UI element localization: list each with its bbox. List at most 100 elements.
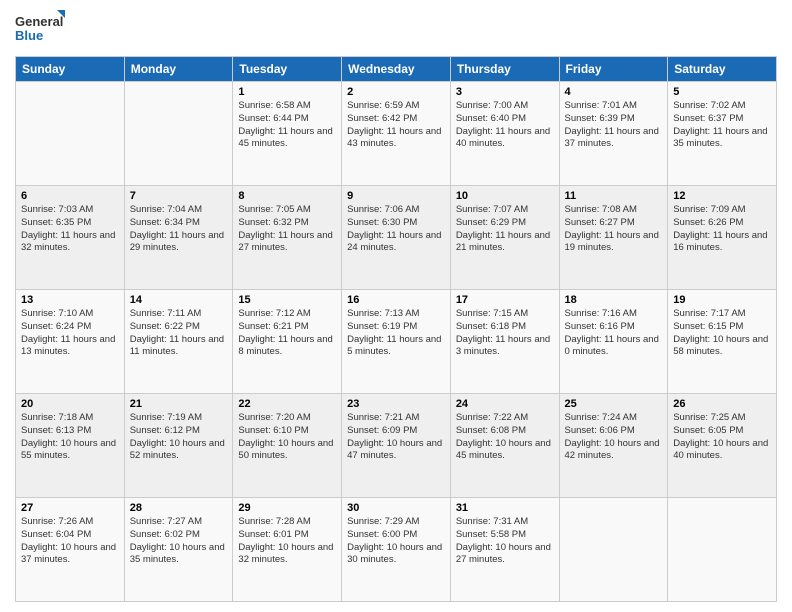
- calendar-day-cell: 5 Sunrise: 7:02 AM Sunset: 6:37 PM Daylig…: [668, 82, 777, 186]
- calendar-day-cell: 20 Sunrise: 7:18 AM Sunset: 6:13 PM Dayli…: [16, 394, 125, 498]
- calendar-day-cell: [668, 498, 777, 602]
- calendar-day-cell: 30 Sunrise: 7:29 AM Sunset: 6:00 PM Dayli…: [342, 498, 451, 602]
- page: General Blue SundayMondayTuesdayWednesda…: [0, 0, 792, 612]
- svg-text:General: General: [15, 14, 63, 29]
- day-info: Sunrise: 6:58 AM Sunset: 6:44 PM Dayligh…: [238, 100, 336, 151]
- calendar-day-cell: 16 Sunrise: 7:13 AM Sunset: 6:19 PM Dayli…: [342, 290, 451, 394]
- day-number: 24: [456, 398, 554, 410]
- day-info: Sunrise: 7:07 AM Sunset: 6:29 PM Dayligh…: [456, 204, 554, 255]
- header: General Blue: [15, 10, 777, 48]
- calendar-header-row: SundayMondayTuesdayWednesdayThursdayFrid…: [16, 57, 777, 82]
- logo: General Blue: [15, 10, 65, 48]
- calendar-day-cell: 26Sunrise: 7:25 AM Sunset: 6:05 PM Dayli…: [668, 394, 777, 498]
- day-info: Sunrise: 7:13 AM Sunset: 6:19 PM Dayligh…: [347, 308, 445, 359]
- day-number: 5: [673, 86, 771, 98]
- day-number: 26: [673, 398, 771, 410]
- day-info: Sunrise: 7:11 AM Sunset: 6:22 PM Dayligh…: [130, 308, 228, 359]
- day-number: 2: [347, 86, 445, 98]
- day-info: Sunrise: 7:08 AM Sunset: 6:27 PM Dayligh…: [565, 204, 663, 255]
- day-info: Sunrise: 7:21 AM Sunset: 6:09 PM Dayligh…: [347, 412, 445, 463]
- day-number: 22: [238, 398, 336, 410]
- day-number: 29: [238, 502, 336, 514]
- day-info: Sunrise: 7:01 AM Sunset: 6:39 PM Dayligh…: [565, 100, 663, 151]
- calendar-day-cell: 18 Sunrise: 7:16 AM Sunset: 6:16 PM Dayli…: [559, 290, 668, 394]
- day-number: 8: [238, 190, 336, 202]
- calendar-day-cell: 22Sunrise: 7:20 AM Sunset: 6:10 PM Dayli…: [233, 394, 342, 498]
- day-info: Sunrise: 7:09 AM Sunset: 6:26 PM Dayligh…: [673, 204, 771, 255]
- calendar-day-cell: 19 Sunrise: 7:17 AM Sunset: 6:15 PM Dayli…: [668, 290, 777, 394]
- day-info: Sunrise: 7:22 AM Sunset: 6:08 PM Dayligh…: [456, 412, 554, 463]
- day-number: 20: [21, 398, 119, 410]
- calendar-day-cell: 28 Sunrise: 7:27 AM Sunset: 6:02 PM Dayli…: [124, 498, 233, 602]
- day-number: 4: [565, 86, 663, 98]
- day-info: Sunrise: 7:18 AM Sunset: 6:13 PM Dayligh…: [21, 412, 119, 463]
- day-number: 12: [673, 190, 771, 202]
- day-number: 11: [565, 190, 663, 202]
- calendar-day-cell: [16, 82, 125, 186]
- calendar-week-row: 1 Sunrise: 6:58 AM Sunset: 6:44 PM Daylig…: [16, 82, 777, 186]
- day-info: Sunrise: 7:31 AM Sunset: 5:58 PM Dayligh…: [456, 516, 554, 567]
- day-number: 17: [456, 294, 554, 306]
- svg-text:Blue: Blue: [15, 28, 43, 43]
- logo-svg: General Blue: [15, 10, 65, 48]
- calendar-day-cell: 14 Sunrise: 7:11 AM Sunset: 6:22 PM Dayli…: [124, 290, 233, 394]
- calendar-day-header: Thursday: [450, 57, 559, 82]
- calendar-week-row: 27 Sunrise: 7:26 AM Sunset: 6:04 PM Dayli…: [16, 498, 777, 602]
- day-info: Sunrise: 7:03 AM Sunset: 6:35 PM Dayligh…: [21, 204, 119, 255]
- calendar-day-cell: 23 Sunrise: 7:21 AM Sunset: 6:09 PM Dayli…: [342, 394, 451, 498]
- calendar-day-cell: 31 Sunrise: 7:31 AM Sunset: 5:58 PM Dayli…: [450, 498, 559, 602]
- day-number: 27: [21, 502, 119, 514]
- calendar-day-cell: 29Sunrise: 7:28 AM Sunset: 6:01 PM Dayli…: [233, 498, 342, 602]
- day-info: Sunrise: 7:24 AM Sunset: 6:06 PM Dayligh…: [565, 412, 663, 463]
- day-number: 14: [130, 294, 228, 306]
- calendar-day-header: Sunday: [16, 57, 125, 82]
- calendar-day-cell: 12 Sunrise: 7:09 AM Sunset: 6:26 PM Dayli…: [668, 186, 777, 290]
- calendar-day-header: Saturday: [668, 57, 777, 82]
- day-number: 15: [238, 294, 336, 306]
- calendar-day-cell: 1 Sunrise: 6:58 AM Sunset: 6:44 PM Daylig…: [233, 82, 342, 186]
- calendar-day-cell: 25Sunrise: 7:24 AM Sunset: 6:06 PM Dayli…: [559, 394, 668, 498]
- calendar-day-cell: 9Sunrise: 7:06 AM Sunset: 6:30 PM Daylig…: [342, 186, 451, 290]
- day-number: 3: [456, 86, 554, 98]
- calendar-day-cell: 7 Sunrise: 7:04 AM Sunset: 6:34 PM Daylig…: [124, 186, 233, 290]
- day-info: Sunrise: 7:29 AM Sunset: 6:00 PM Dayligh…: [347, 516, 445, 567]
- calendar-day-header: Friday: [559, 57, 668, 82]
- calendar-day-cell: 11 Sunrise: 7:08 AM Sunset: 6:27 PM Dayli…: [559, 186, 668, 290]
- day-info: Sunrise: 7:02 AM Sunset: 6:37 PM Dayligh…: [673, 100, 771, 151]
- calendar-day-cell: 2Sunrise: 6:59 AM Sunset: 6:42 PM Daylig…: [342, 82, 451, 186]
- day-info: Sunrise: 7:19 AM Sunset: 6:12 PM Dayligh…: [130, 412, 228, 463]
- day-number: 13: [21, 294, 119, 306]
- day-info: Sunrise: 7:26 AM Sunset: 6:04 PM Dayligh…: [21, 516, 119, 567]
- calendar-day-cell: 10 Sunrise: 7:07 AM Sunset: 6:29 PM Dayli…: [450, 186, 559, 290]
- calendar-day-cell: 13 Sunrise: 7:10 AM Sunset: 6:24 PM Dayli…: [16, 290, 125, 394]
- day-number: 31: [456, 502, 554, 514]
- calendar-day-cell: 24 Sunrise: 7:22 AM Sunset: 6:08 PM Dayli…: [450, 394, 559, 498]
- day-info: Sunrise: 7:12 AM Sunset: 6:21 PM Dayligh…: [238, 308, 336, 359]
- calendar-day-cell: 4 Sunrise: 7:01 AM Sunset: 6:39 PM Daylig…: [559, 82, 668, 186]
- day-info: Sunrise: 7:27 AM Sunset: 6:02 PM Dayligh…: [130, 516, 228, 567]
- day-info: Sunrise: 7:00 AM Sunset: 6:40 PM Dayligh…: [456, 100, 554, 151]
- day-number: 18: [565, 294, 663, 306]
- day-info: Sunrise: 7:05 AM Sunset: 6:32 PM Dayligh…: [238, 204, 336, 255]
- day-number: 28: [130, 502, 228, 514]
- calendar-day-cell: [124, 82, 233, 186]
- calendar-week-row: 13 Sunrise: 7:10 AM Sunset: 6:24 PM Dayli…: [16, 290, 777, 394]
- day-info: Sunrise: 7:04 AM Sunset: 6:34 PM Dayligh…: [130, 204, 228, 255]
- day-number: 1: [238, 86, 336, 98]
- day-number: 7: [130, 190, 228, 202]
- day-number: 16: [347, 294, 445, 306]
- calendar-week-row: 6Sunrise: 7:03 AM Sunset: 6:35 PM Daylig…: [16, 186, 777, 290]
- day-info: Sunrise: 7:06 AM Sunset: 6:30 PM Dayligh…: [347, 204, 445, 255]
- calendar-day-cell: 3 Sunrise: 7:00 AM Sunset: 6:40 PM Daylig…: [450, 82, 559, 186]
- calendar-day-cell: [559, 498, 668, 602]
- day-number: 21: [130, 398, 228, 410]
- day-info: Sunrise: 7:15 AM Sunset: 6:18 PM Dayligh…: [456, 308, 554, 359]
- day-number: 19: [673, 294, 771, 306]
- day-info: Sunrise: 7:16 AM Sunset: 6:16 PM Dayligh…: [565, 308, 663, 359]
- calendar-day-cell: 8 Sunrise: 7:05 AM Sunset: 6:32 PM Daylig…: [233, 186, 342, 290]
- day-info: Sunrise: 7:17 AM Sunset: 6:15 PM Dayligh…: [673, 308, 771, 359]
- day-number: 10: [456, 190, 554, 202]
- day-number: 23: [347, 398, 445, 410]
- day-info: Sunrise: 7:10 AM Sunset: 6:24 PM Dayligh…: [21, 308, 119, 359]
- day-number: 30: [347, 502, 445, 514]
